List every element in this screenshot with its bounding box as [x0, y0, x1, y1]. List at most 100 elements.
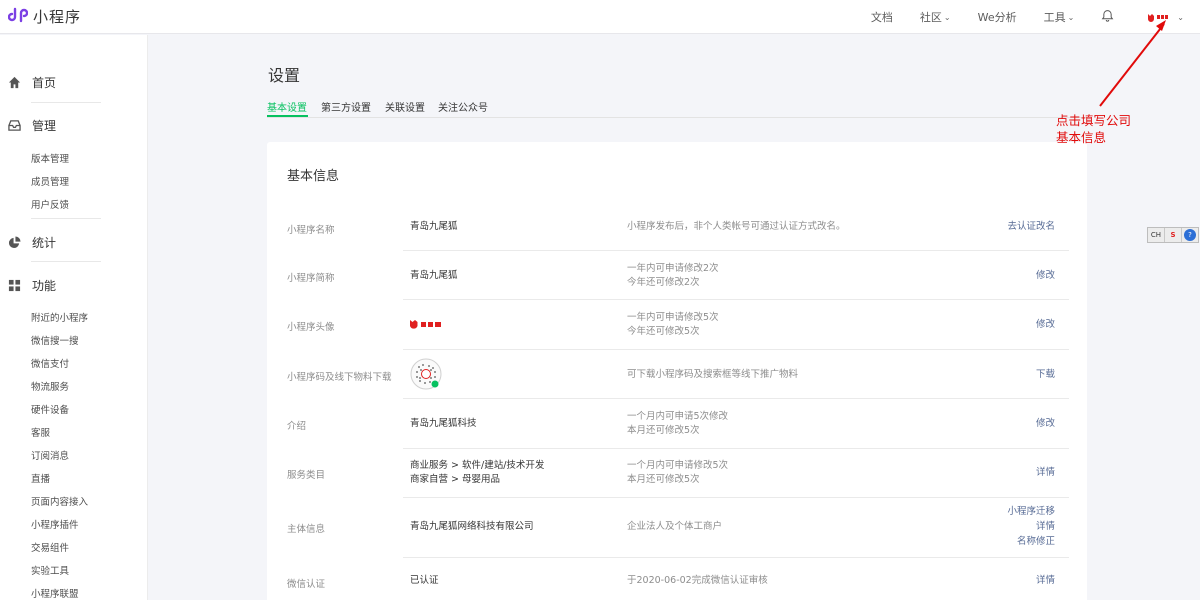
annotation-arrow	[1099, 20, 1166, 107]
sidebar-item-subscribe[interactable]: 订阅消息	[31, 448, 69, 462]
basic-info-card: 基本信息 小程序名称 青岛九尾狐 小程序发布后，非个人类帐号可通过认证方式改名。…	[267, 142, 1087, 600]
divider	[31, 102, 101, 103]
row-label-name: 小程序名称	[287, 225, 335, 236]
sidebar-item-home[interactable]: 首页	[8, 74, 56, 91]
sidebar-item-logistics[interactable]: 物流服务	[31, 379, 69, 393]
row-divider	[403, 250, 1069, 251]
edit-avatar-link[interactable]: 修改	[1036, 318, 1055, 333]
row-divider	[403, 349, 1069, 350]
divider	[31, 261, 101, 262]
row-note-entity: 企业法人及个体工商户	[627, 521, 723, 532]
sidebar-item-experiment[interactable]: 实验工具	[31, 563, 69, 577]
row-divider	[403, 448, 1069, 449]
row-value-short-name: 青岛九尾狐	[410, 270, 458, 281]
row-value-verification: 已认证	[410, 575, 439, 586]
row-label-entity: 主体信息	[287, 524, 326, 535]
row-note-category-1: 一个月内可申请修改5次	[627, 460, 729, 471]
tab-basic-settings[interactable]: 基本设置	[267, 99, 307, 114]
row-value-category-2: 商家自营 > 母婴用品	[410, 474, 500, 485]
sidebar-manage-label: 管理	[32, 119, 57, 133]
nav-community-label: 社区	[919, 11, 942, 24]
verification-details-link[interactable]: 详情	[1036, 574, 1055, 589]
sidebar-item-search[interactable]: 微信搜一搜	[31, 333, 79, 347]
sidebar-stats-label: 统计	[32, 236, 57, 250]
ime-language-toggle[interactable]: CH	[1148, 228, 1165, 242]
nav-tools[interactable]: 工具 ⌄	[1044, 9, 1075, 25]
row-note-qrcode: 可下载小程序码及搜索框等线下推广物料	[627, 369, 799, 380]
row-note-category-2: 本月还可修改5次	[627, 474, 700, 485]
row-value-entity: 青岛九尾狐网络科技有限公司	[410, 521, 534, 532]
row-value-category-1: 商业服务 > 软件/建站/技术开发	[410, 460, 545, 471]
inbox-icon	[8, 119, 21, 132]
nav-we-analytics-label: We分析	[977, 11, 1017, 24]
row-label-category: 服务类目	[287, 470, 326, 481]
settings-tabs: 基本设置 第三方设置 关联设置 关注公众号	[267, 99, 1087, 118]
sidebar-item-stats[interactable]: 统计	[8, 234, 56, 251]
migrate-link[interactable]: 小程序迁移	[1007, 505, 1055, 520]
mini-program-logo-icon	[7, 5, 29, 28]
ime-logo-icon[interactable]: S	[1165, 228, 1182, 242]
page-title: 设置	[268, 66, 301, 85]
sidebar-item-feedback[interactable]: 用户反馈	[31, 197, 69, 211]
grid-icon	[8, 279, 21, 292]
download-link[interactable]: 下载	[1036, 368, 1055, 383]
row-label-avatar: 小程序头像	[287, 322, 335, 333]
category-details-link[interactable]: 详情	[1036, 466, 1055, 481]
tab-follow-official-account[interactable]: 关注公众号	[438, 99, 488, 114]
row-note-avatar-2: 今年还可修改5次	[627, 326, 700, 337]
mini-program-code-image	[410, 358, 442, 390]
nav-docs-label: 文档	[870, 11, 893, 24]
annotation-line-2: 基本信息	[1056, 130, 1107, 145]
edit-intro-link[interactable]: 修改	[1036, 417, 1055, 432]
chevron-down-icon: ⌄	[943, 12, 951, 22]
nav-docs[interactable]: 文档	[871, 9, 893, 25]
sidebar-item-hardware[interactable]: 硬件设备	[31, 402, 69, 416]
sidebar-item-manage[interactable]: 管理	[8, 117, 56, 134]
sidebar-item-alliance[interactable]: 小程序联盟	[31, 586, 79, 600]
row-value-name: 青岛九尾狐	[410, 221, 458, 232]
active-tab-indicator	[267, 115, 308, 117]
sidebar-item-page-content[interactable]: 页面内容接入	[31, 494, 88, 508]
row-label-verification: 微信认证	[287, 579, 326, 590]
row-note-avatar-1: 一年内可申请修改5次	[627, 312, 719, 323]
row-value-intro: 青岛九尾狐科技	[410, 418, 477, 429]
nav-we-analytics[interactable]: We分析	[978, 9, 1017, 25]
sidebar: 首页 管理 版本管理 成员管理 用户反馈 统计 功能 附近的小程序 微信搜一搜 …	[0, 35, 148, 600]
card-title: 基本信息	[287, 169, 340, 184]
sidebar-item-features[interactable]: 功能	[8, 277, 56, 294]
tab-third-party[interactable]: 第三方设置	[321, 99, 371, 114]
row-note-intro-1: 一个月内可申请5次修改	[627, 411, 729, 422]
sidebar-features-label: 功能	[32, 279, 57, 293]
help-icon[interactable]: ?	[1184, 229, 1196, 241]
tab-association[interactable]: 关联设置	[385, 99, 425, 114]
app-logo[interactable]: 小程序	[7, 5, 81, 28]
sidebar-item-service[interactable]: 客服	[31, 425, 50, 439]
rename-by-verification-link[interactable]: 去认证改名	[1007, 220, 1055, 235]
entity-details-link[interactable]: 详情	[1036, 520, 1055, 535]
sidebar-item-trade[interactable]: 交易组件	[31, 540, 69, 554]
sidebar-item-pay[interactable]: 微信支付	[31, 356, 69, 370]
sidebar-item-nearby[interactable]: 附近的小程序	[31, 310, 88, 324]
annotation-text: 点击填写公司 基本信息	[1056, 112, 1131, 146]
row-divider	[403, 299, 1069, 300]
row-note-short-name-1: 一年内可申请修改2次	[627, 263, 719, 274]
sidebar-item-version[interactable]: 版本管理	[31, 151, 69, 165]
row-label-qrcode: 小程序码及线下物料下载	[287, 372, 392, 383]
top-bar: 小程序 文档 社区 ⌄ We分析 工具 ⌄ ⌄	[0, 0, 1200, 34]
row-divider	[403, 497, 1069, 498]
row-note-verification: 于2020-06-02完成微信认证审核	[627, 575, 768, 586]
row-note-name: 小程序发布后，非个人类帐号可通过认证方式改名。	[627, 221, 846, 232]
edit-short-name-link[interactable]: 修改	[1036, 269, 1055, 284]
annotation-line-1: 点击填写公司	[1056, 113, 1132, 128]
row-note-short-name-2: 今年还可修改2次	[627, 277, 700, 288]
row-divider	[403, 398, 1069, 399]
nav-community[interactable]: 社区 ⌄	[920, 9, 951, 25]
sidebar-item-live[interactable]: 直播	[31, 471, 50, 485]
sidebar-item-members[interactable]: 成员管理	[31, 174, 69, 188]
name-correction-link[interactable]: 名称修正	[1017, 535, 1055, 550]
sidebar-item-plugins[interactable]: 小程序插件	[31, 517, 79, 531]
divider	[31, 218, 101, 219]
nav-tools-label: 工具	[1043, 11, 1066, 24]
row-label-short-name: 小程序简称	[287, 273, 335, 284]
row-note-intro-2: 本月还可修改5次	[627, 425, 700, 436]
